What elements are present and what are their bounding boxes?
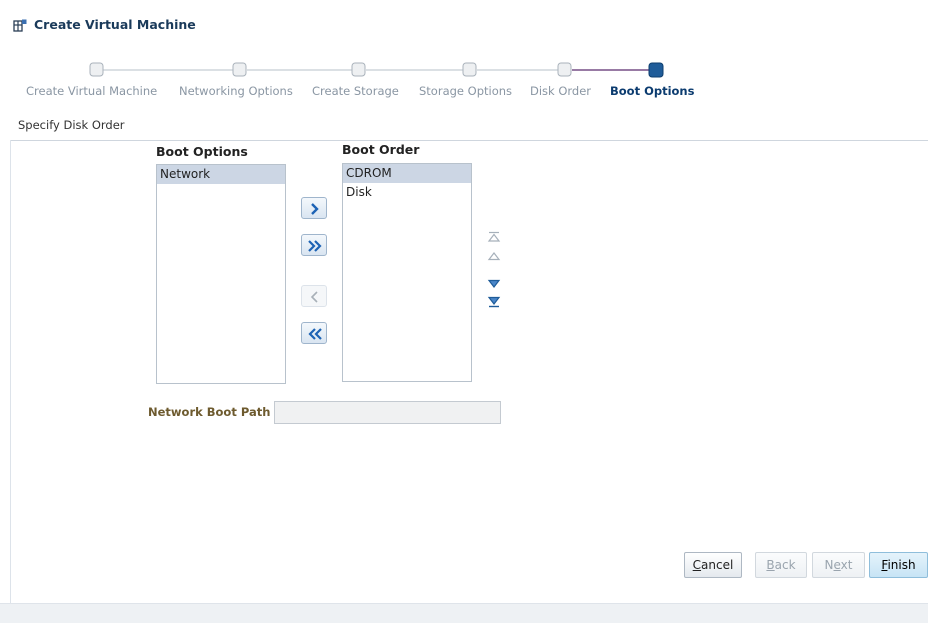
footer-bar [0, 603, 928, 623]
section-subtitle: Specify Disk Order [18, 118, 125, 132]
wizard-train: Create Virtual Machine Networking Option… [0, 58, 928, 108]
boot-order-list[interactable]: CDROM Disk [342, 163, 472, 382]
list-item[interactable]: CDROM [343, 164, 471, 183]
train-step-create-storage[interactable]: Create Storage [312, 84, 399, 98]
content-border [10, 140, 11, 610]
next-prefix: N [824, 558, 834, 572]
train-stop-1[interactable] [89, 62, 104, 77]
double-chevron-left-icon [308, 328, 322, 340]
train-stop-2[interactable] [232, 62, 247, 77]
cancel-button[interactable]: Cancel [684, 552, 742, 578]
title-bar: Create Virtual Machine [0, 0, 928, 44]
network-boot-path-label: Network Boot Path [148, 405, 271, 419]
remove-all-button[interactable] [301, 322, 327, 344]
move-up-icon[interactable] [487, 250, 501, 262]
vm-icon [13, 19, 27, 32]
divider [10, 140, 928, 141]
back-button[interactable]: Back [755, 552, 807, 578]
move-down-icon[interactable] [487, 278, 501, 290]
train-step-storage-options[interactable]: Storage Options [419, 84, 512, 98]
chevron-left-icon [310, 291, 318, 303]
remove-button[interactable] [301, 285, 327, 307]
train-stop-5[interactable] [557, 62, 572, 77]
next-label: xt [840, 558, 853, 572]
boot-options-title: Boot Options [156, 144, 248, 159]
back-mnemonic: B [766, 558, 775, 572]
double-chevron-right-icon [308, 240, 322, 252]
move-all-button[interactable] [301, 234, 327, 256]
move-button[interactable] [301, 197, 327, 219]
cancel-label: ancel [701, 558, 734, 572]
list-item[interactable]: Disk [343, 183, 471, 202]
train-step-create-vm[interactable]: Create Virtual Machine [26, 84, 157, 98]
next-button[interactable]: Next [812, 552, 865, 578]
cancel-mnemonic: C [692, 558, 702, 572]
train-stop-3[interactable] [351, 62, 366, 77]
boot-order-title: Boot Order [342, 142, 420, 157]
page-title: Create Virtual Machine [34, 17, 196, 32]
train-step-networking[interactable]: Networking Options [179, 84, 293, 98]
train-step-disk-order[interactable]: Disk Order [530, 84, 591, 98]
list-item[interactable]: Network [157, 165, 285, 184]
boot-options-list[interactable]: Network [156, 164, 286, 384]
train-stop-4[interactable] [462, 62, 477, 77]
move-to-bottom-icon[interactable] [487, 296, 501, 308]
back-label: ack [774, 558, 796, 572]
chevron-right-icon [311, 203, 319, 215]
network-boot-path-input[interactable] [274, 401, 501, 424]
train-stop-6 [648, 62, 664, 78]
train-step-boot-options: Boot Options [610, 84, 695, 98]
next-mnemonic: e [833, 558, 841, 572]
move-to-top-icon[interactable] [487, 231, 501, 243]
finish-label: inish [887, 558, 916, 572]
train-connector [89, 62, 664, 78]
finish-button[interactable]: Finish [869, 552, 928, 578]
